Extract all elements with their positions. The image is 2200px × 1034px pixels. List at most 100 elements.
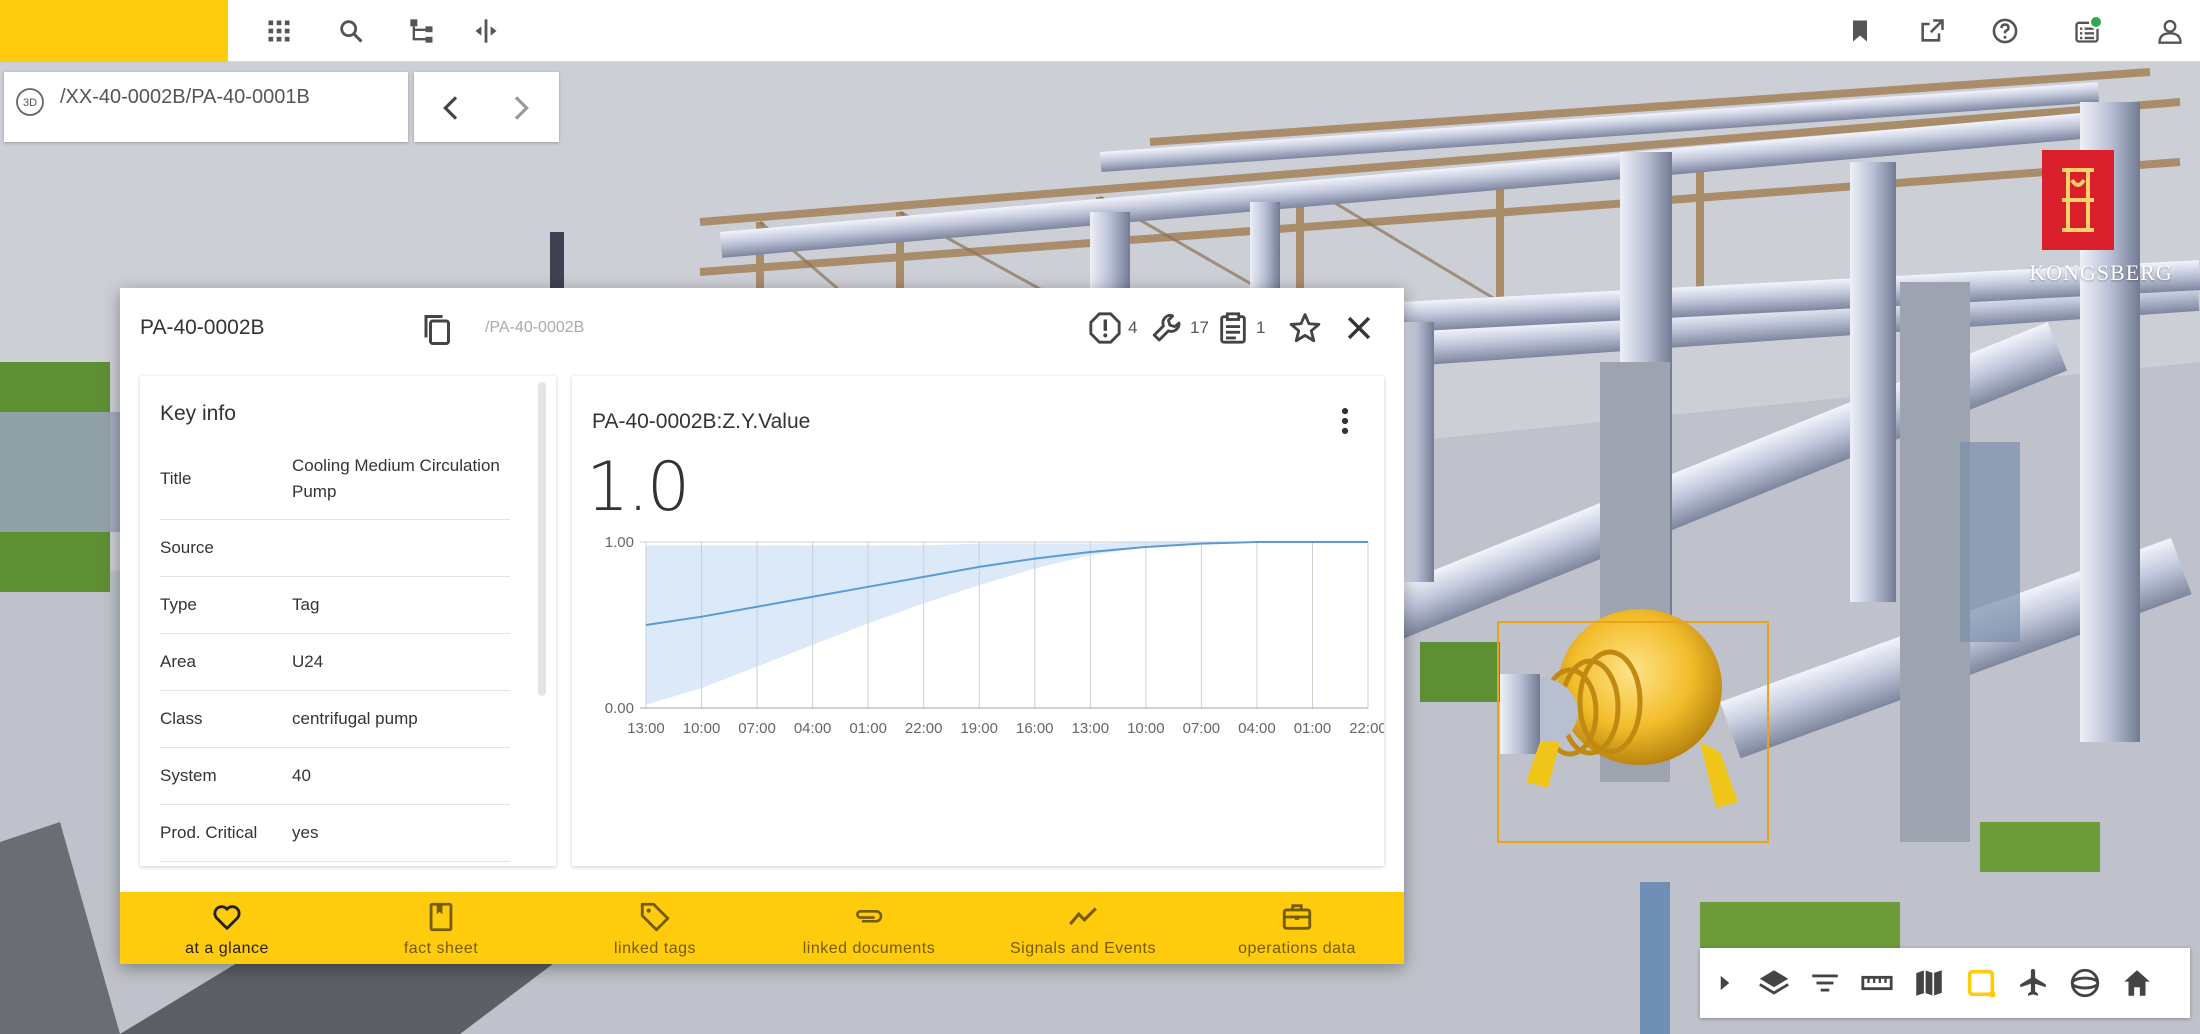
paperclip-icon bbox=[856, 910, 883, 923]
tab-label: Signals and Events bbox=[1010, 940, 1156, 957]
3d-view-icon[interactable]: 3D bbox=[14, 86, 46, 118]
hierarchy-tree-icon[interactable] bbox=[404, 13, 440, 49]
orbit-icon[interactable] bbox=[2068, 966, 2102, 1000]
filter-icon[interactable] bbox=[1808, 966, 1842, 1000]
key-info-row: Class centrifugal pump bbox=[160, 691, 510, 748]
key-info-label: Class bbox=[160, 709, 203, 728]
key-info-label: System bbox=[160, 766, 217, 785]
close-panel-button[interactable] bbox=[1342, 310, 1376, 346]
key-info-row: Source bbox=[160, 520, 510, 577]
layers-icon[interactable] bbox=[1757, 966, 1791, 1000]
work-orders-count: 17 bbox=[1190, 318, 1209, 337]
map-icon[interactable] bbox=[1912, 966, 1946, 1000]
panel-title: PA-40-0002B bbox=[140, 316, 265, 339]
alerts-button[interactable]: 4 bbox=[1088, 310, 1137, 346]
signal-current-value: 1.0 bbox=[586, 448, 690, 527]
key-info-card: Key info Title Cooling Medium Circulatio… bbox=[140, 376, 556, 866]
tab-label: at a glance bbox=[185, 940, 269, 957]
key-info-label: Area bbox=[160, 652, 196, 671]
tab-linked-tags[interactable]: linked tags bbox=[548, 892, 762, 964]
kongsberg-crest-icon bbox=[2042, 150, 2114, 250]
notification-dot bbox=[2089, 15, 2103, 29]
close-icon bbox=[1347, 316, 1371, 340]
fly-mode-icon[interactable] bbox=[2016, 966, 2050, 1000]
kongsberg-logo: KONGSBERG bbox=[2006, 146, 2196, 292]
chart-x-tick-label: 01:00 bbox=[1294, 720, 1332, 737]
documents-button[interactable]: 1 bbox=[1216, 310, 1265, 346]
key-info-table: Title Cooling Medium Circulation Pump So… bbox=[160, 438, 510, 862]
home-icon[interactable] bbox=[2120, 966, 2154, 1000]
work-orders-button[interactable]: 17 bbox=[1150, 310, 1209, 346]
copy-icon[interactable] bbox=[420, 312, 456, 348]
key-info-row: Title Cooling Medium Circulation Pump bbox=[160, 438, 510, 520]
breadcrumb-path[interactable]: /XX-40-0002B/PA-40-0001B bbox=[60, 86, 310, 109]
tab-operations-data[interactable]: operations data bbox=[1190, 892, 1404, 964]
chart-x-tick-label: 10:00 bbox=[1127, 720, 1165, 737]
split-view-icon[interactable] bbox=[468, 13, 504, 49]
key-info-value: 40 bbox=[292, 766, 311, 785]
more-vert-icon[interactable] bbox=[1328, 404, 1362, 438]
chart-x-tick-label: 01:00 bbox=[849, 720, 887, 737]
key-info-label: Title bbox=[160, 468, 192, 488]
toolbox-icon bbox=[1282, 904, 1312, 930]
search-icon[interactable] bbox=[333, 13, 369, 49]
user-icon[interactable] bbox=[2152, 13, 2188, 49]
signal-chart[interactable]: 1.00 0.00 13:00 10:00 07:00 04:00 01:00 22:00 19… bbox=[572, 536, 1384, 866]
key-info-value: Tag bbox=[292, 595, 320, 614]
key-info-value: Cooling Medium Circulation Pump bbox=[292, 455, 500, 501]
key-info-label: Type bbox=[160, 595, 197, 614]
favorite-button[interactable] bbox=[1288, 310, 1322, 346]
history-navigation bbox=[414, 72, 559, 142]
chart-x-tick-label: 19:00 bbox=[960, 720, 998, 737]
chart-y-tick-label: 1.00 bbox=[605, 536, 634, 551]
open-external-icon[interactable] bbox=[1914, 13, 1950, 49]
trend-icon bbox=[1069, 907, 1097, 926]
chart-x-tick-label: 04:00 bbox=[794, 720, 832, 737]
panel-subtitle-path: /PA-40-0002B bbox=[485, 319, 585, 336]
signal-chart-card: PA-40-0002B:Z.Y.Value 1.0 1.00 0.00 13:00 1… bbox=[572, 376, 1384, 866]
signal-title: PA-40-0002B:Z.Y.Value bbox=[592, 410, 811, 433]
chart-band-area bbox=[646, 542, 1368, 705]
brand-block bbox=[0, 0, 228, 62]
alert-octagon-icon bbox=[1089, 312, 1121, 344]
bookmark-icon[interactable] bbox=[1842, 13, 1878, 49]
kongsberg-wordmark: KONGSBERG bbox=[2029, 260, 2173, 285]
tab-fact-sheet[interactable]: fact sheet bbox=[334, 892, 548, 964]
key-info-row: Prod. Critical yes bbox=[160, 805, 510, 862]
apps-grid-icon[interactable] bbox=[261, 13, 297, 49]
tab-label: linked tags bbox=[614, 940, 696, 957]
key-info-value: yes bbox=[292, 823, 319, 842]
bookmark-sheet-icon bbox=[429, 902, 453, 932]
chart-x-tick-label: 07:00 bbox=[1183, 720, 1221, 737]
breadcrumb: 3D /XX-40-0002B/PA-40-0001B bbox=[4, 72, 408, 142]
svg-text:3D: 3D bbox=[23, 97, 37, 109]
chart-x-tick-label: 13:00 bbox=[1072, 720, 1110, 737]
tab-label: linked documents bbox=[802, 940, 936, 957]
tag-icon bbox=[640, 902, 670, 932]
help-icon[interactable] bbox=[1987, 13, 2023, 49]
tab-linked-documents[interactable]: linked documents bbox=[762, 892, 976, 964]
measure-ruler-icon[interactable] bbox=[1860, 966, 1894, 1000]
chart-x-tick-label: 13:00 bbox=[627, 720, 665, 737]
key-info-row: System 40 bbox=[160, 748, 510, 805]
tab-label: operations data bbox=[1238, 940, 1356, 957]
expand-arrow-icon[interactable] bbox=[1708, 966, 1742, 1000]
tab-at-a-glance[interactable]: at a glance bbox=[120, 892, 334, 964]
key-info-scrollbar[interactable] bbox=[538, 382, 546, 696]
chart-x-tick-label: 16:00 bbox=[1016, 720, 1054, 737]
documents-count: 1 bbox=[1256, 318, 1266, 337]
key-info-value: U24 bbox=[292, 652, 324, 671]
select-box-icon[interactable] bbox=[1964, 966, 1998, 1000]
key-info-label: Source bbox=[160, 538, 214, 557]
alerts-count: 4 bbox=[1128, 318, 1138, 337]
wrench-icon bbox=[1152, 313, 1181, 342]
forward-chevron-icon[interactable] bbox=[504, 92, 536, 124]
back-chevron-icon[interactable] bbox=[436, 92, 468, 124]
heart-icon bbox=[213, 905, 241, 930]
tab-signals-and-events[interactable]: Signals and Events bbox=[976, 892, 1190, 964]
tab-label: fact sheet bbox=[403, 940, 479, 957]
chart-y-tick-label: 0.00 bbox=[605, 700, 634, 717]
chart-x-tick-label: 22:00 bbox=[905, 720, 943, 737]
notifications-list-icon[interactable] bbox=[2069, 13, 2105, 49]
chart-x-tick-label: 07:00 bbox=[738, 720, 776, 737]
